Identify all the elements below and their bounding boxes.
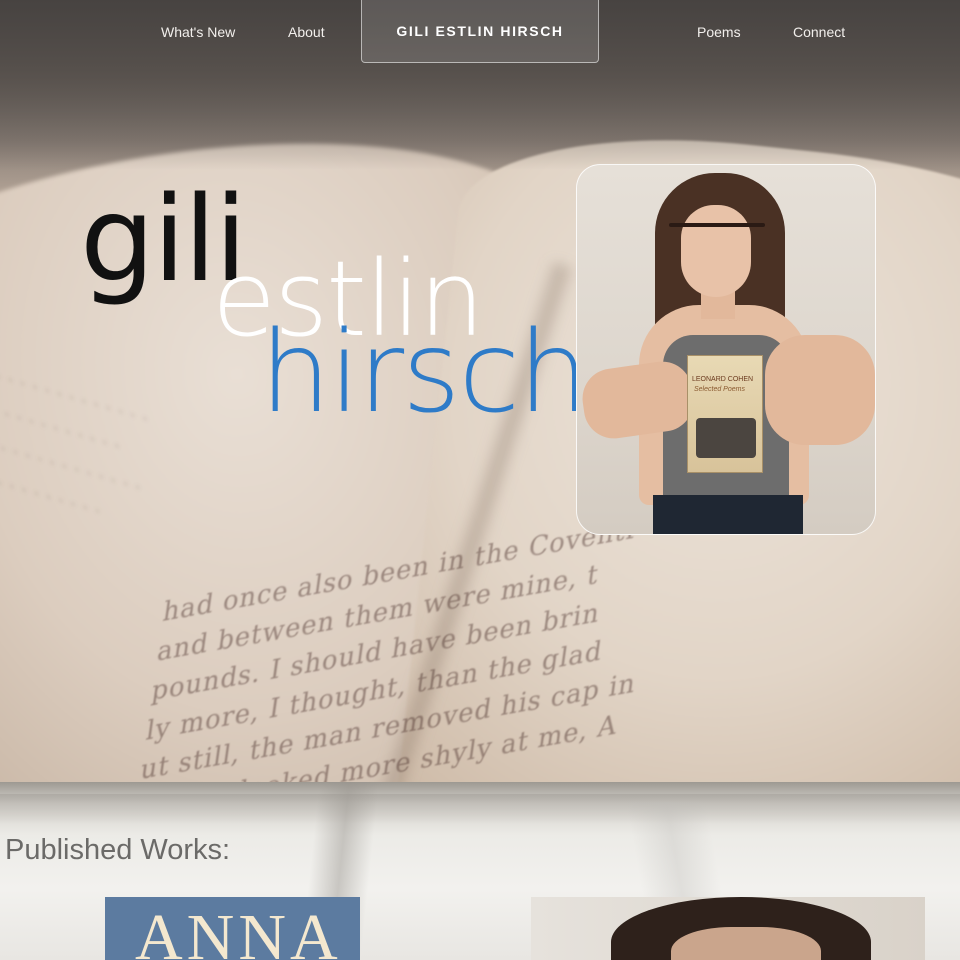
logo-word-hirsch: hirsch bbox=[260, 308, 589, 438]
portrait-face bbox=[681, 205, 751, 297]
published-book-cover-portrait[interactable] bbox=[531, 897, 925, 960]
portrait-book-subtitle: Selected Poems bbox=[694, 386, 745, 393]
portrait-book-title: LEONARD COHEN bbox=[692, 376, 754, 383]
published-works-section: Published Works: ANNA bbox=[0, 782, 960, 960]
portrait-jeans bbox=[653, 495, 803, 534]
site-logo: gili estlin hirsch bbox=[80, 170, 589, 440]
nav-brand-home[interactable]: GILI ESTLIN HIRSCH bbox=[361, 0, 599, 63]
book-cover-title: ANNA bbox=[135, 901, 342, 960]
portrait-headband bbox=[669, 223, 765, 227]
cover-portrait-face bbox=[671, 927, 821, 960]
portrait-arm-right bbox=[765, 335, 875, 445]
nav-about[interactable]: About bbox=[288, 0, 325, 64]
portrait-book: LEONARD COHEN Selected Poems bbox=[687, 355, 763, 473]
nav-connect[interactable]: Connect bbox=[793, 0, 845, 64]
paper-fold bbox=[0, 794, 960, 824]
author-portrait: LEONARD COHEN Selected Poems bbox=[576, 164, 876, 535]
nav-whats-new[interactable]: What's New bbox=[161, 0, 235, 64]
published-book-cover-anna[interactable]: ANNA bbox=[105, 897, 360, 960]
nav-poems[interactable]: Poems bbox=[697, 0, 741, 64]
portrait-book-cover-image bbox=[696, 418, 756, 458]
top-navigation: What's New About GILI ESTLIN HIRSCH Poem… bbox=[0, 0, 960, 64]
published-works-title: Published Works: bbox=[5, 834, 231, 866]
